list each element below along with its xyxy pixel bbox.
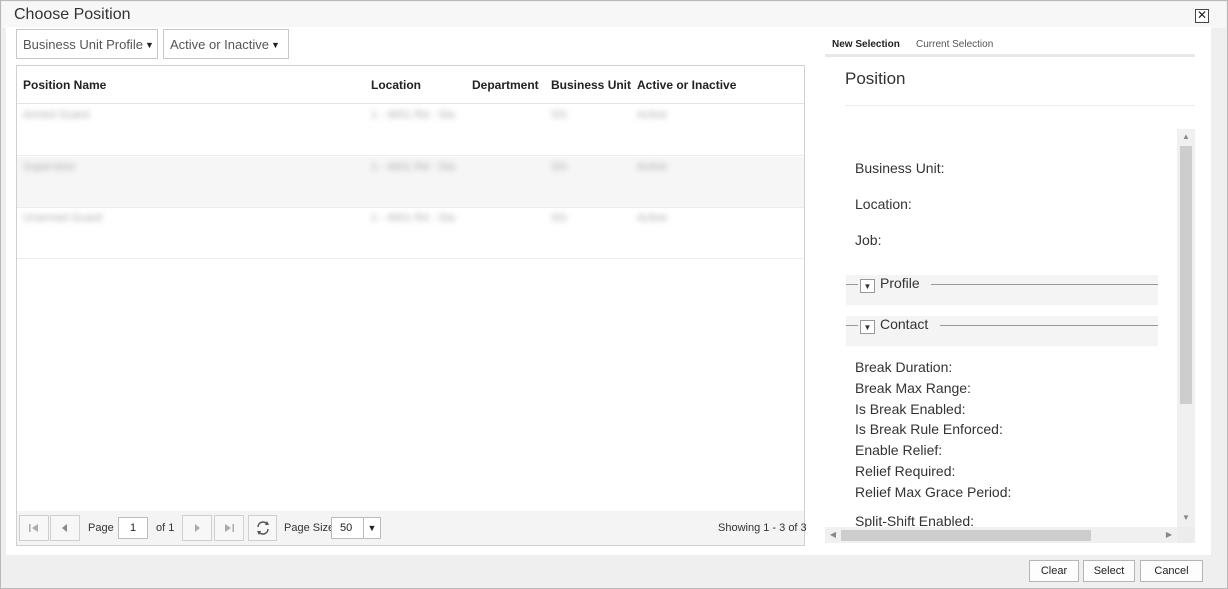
caret-down-icon: ▼ bbox=[144, 40, 154, 50]
panel-title: Position bbox=[845, 69, 906, 88]
grid-pager: Page 1 of 1 Page Size 50 ▼ Showing 1 - 3… bbox=[17, 511, 807, 545]
table-row[interactable]: Unarmed Guard 1 - 4601 Rd - Sta SG Activ… bbox=[17, 208, 804, 259]
horizontal-scrollbar-thumb[interactable] bbox=[841, 530, 1091, 541]
scroll-up-icon[interactable]: ▲ bbox=[1177, 129, 1195, 144]
field-business-unit: Business Unit: bbox=[855, 160, 945, 176]
page-count-label: of 1 bbox=[156, 522, 175, 534]
field-enable-relief: Enable Relief: bbox=[855, 442, 943, 458]
showing-range-text: Showing 1 - 3 of 3 bbox=[718, 522, 807, 534]
tab-new-selection[interactable]: New Selection bbox=[832, 39, 900, 50]
cell-location: 1 - 4601 Rd - Sta bbox=[371, 109, 455, 121]
section-profile: ▼ Profile bbox=[846, 275, 1158, 305]
select-button[interactable]: Select bbox=[1083, 560, 1135, 582]
cell-status: Active bbox=[637, 212, 667, 224]
section-title: Profile bbox=[880, 275, 926, 291]
cell-business-unit: SG bbox=[551, 109, 567, 121]
cell-position-name: Supervisor bbox=[23, 161, 76, 173]
collapse-toggle-icon[interactable]: ▼ bbox=[860, 279, 875, 293]
divider bbox=[931, 284, 1158, 285]
page-label: Page bbox=[88, 522, 114, 534]
divider bbox=[846, 284, 858, 285]
cell-business-unit: SG bbox=[551, 212, 567, 224]
cell-business-unit: SG bbox=[551, 161, 567, 173]
page-size-select[interactable]: 50 ▼ bbox=[331, 517, 381, 539]
field-relief-max-grace-period: Relief Max Grace Period: bbox=[855, 484, 1012, 500]
table-row[interactable]: Armed Guard 1 - 4601 Rd - Sta SG Active bbox=[17, 105, 804, 156]
page-number-input[interactable]: 1 bbox=[118, 517, 148, 539]
grid-header: Position Name Location Department Busine… bbox=[17, 66, 804, 104]
dialog-content: Business Unit Profile ▼ Active or Inactiv… bbox=[6, 27, 1211, 555]
filter-label: Active or Inactive bbox=[170, 37, 269, 52]
section-title: Contact bbox=[880, 316, 935, 332]
field-is-break-enabled: Is Break Enabled: bbox=[855, 401, 966, 417]
last-page-icon[interactable] bbox=[214, 515, 244, 541]
refresh-icon[interactable] bbox=[248, 515, 277, 541]
column-header-active-or-inactive[interactable]: Active or Inactive bbox=[637, 78, 736, 92]
selection-tabs: New Selection Current Selection bbox=[825, 35, 1195, 57]
scroll-right-icon[interactable]: ▶ bbox=[1161, 527, 1177, 543]
caret-down-icon: ▼ bbox=[363, 518, 380, 538]
divider bbox=[940, 325, 1158, 326]
column-header-position-name[interactable]: Position Name bbox=[23, 78, 106, 92]
prev-page-icon[interactable] bbox=[50, 515, 80, 541]
business-unit-profile-filter[interactable]: Business Unit Profile ▼ bbox=[16, 29, 158, 59]
first-page-icon[interactable] bbox=[19, 515, 49, 541]
cell-position-name: Armed Guard bbox=[23, 109, 90, 121]
cell-location: 1 - 4601 Rd - Sta bbox=[371, 212, 455, 224]
column-header-department[interactable]: Department bbox=[472, 78, 539, 92]
field-break-duration: Break Duration: bbox=[855, 359, 953, 375]
filter-label: Business Unit Profile bbox=[23, 37, 143, 52]
divider bbox=[846, 325, 858, 326]
scroll-left-icon[interactable]: ◀ bbox=[825, 527, 841, 543]
table-row[interactable]: Supervisor 1 - 4601 Rd - Sta SG Active bbox=[17, 157, 804, 208]
position-details-scroll: Business Unit: Location: Job: ▼ Profile … bbox=[825, 129, 1195, 543]
vertical-scrollbar-thumb[interactable] bbox=[1180, 146, 1192, 404]
section-contact: ▼ Contact bbox=[846, 316, 1158, 346]
close-icon[interactable]: ✕ bbox=[1195, 9, 1209, 23]
cell-position-name: Unarmed Guard bbox=[23, 212, 102, 224]
column-header-location[interactable]: Location bbox=[371, 78, 421, 92]
cell-location: 1 - 4601 Rd - Sta bbox=[371, 161, 455, 173]
scroll-down-icon[interactable]: ▼ bbox=[1177, 510, 1195, 525]
field-relief-required: Relief Required: bbox=[855, 463, 956, 479]
cell-status: Active bbox=[637, 161, 667, 173]
collapse-toggle-icon[interactable]: ▼ bbox=[860, 320, 875, 334]
choose-position-dialog: Choose Position ✕ Business Unit Profile ▼… bbox=[0, 0, 1228, 589]
cancel-button[interactable]: Cancel bbox=[1140, 560, 1203, 582]
page-size-label: Page Size bbox=[284, 522, 335, 534]
tab-current-selection[interactable]: Current Selection bbox=[916, 39, 993, 50]
field-job: Job: bbox=[855, 232, 882, 248]
horizontal-scrollbar[interactable]: ◀ ▶ bbox=[825, 527, 1177, 543]
dialog-titlebar: Choose Position ✕ bbox=[2, 2, 1226, 28]
next-page-icon[interactable] bbox=[182, 515, 212, 541]
field-break-max-range: Break Max Range: bbox=[855, 380, 971, 396]
dialog-title: Choose Position bbox=[14, 6, 131, 23]
page-size-value: 50 bbox=[340, 522, 353, 534]
divider bbox=[845, 105, 1195, 106]
cell-status: Active bbox=[637, 109, 667, 121]
field-is-break-rule-enforced: Is Break Rule Enforced: bbox=[855, 421, 1003, 437]
active-or-inactive-filter[interactable]: Active or Inactive ▼ bbox=[163, 29, 289, 59]
scrollbar-corner bbox=[1177, 527, 1195, 543]
caret-down-icon: ▼ bbox=[271, 40, 280, 50]
vertical-scrollbar[interactable]: ▲ ▼ bbox=[1177, 129, 1195, 527]
field-location: Location: bbox=[855, 196, 912, 212]
clear-button[interactable]: Clear bbox=[1029, 560, 1079, 582]
column-header-business-unit[interactable]: Business Unit bbox=[551, 78, 631, 92]
positions-grid: Position Name Location Department Busine… bbox=[16, 65, 807, 546]
